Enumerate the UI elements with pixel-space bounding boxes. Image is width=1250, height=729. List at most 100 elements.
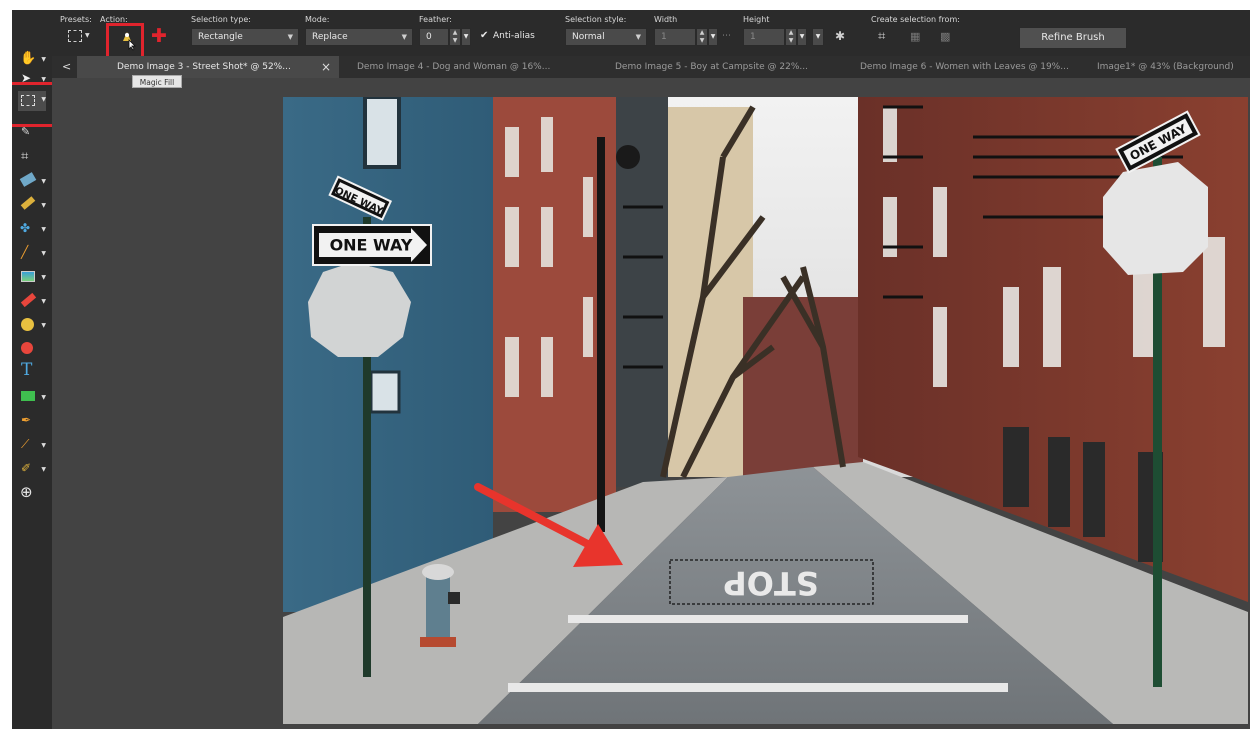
- text-icon: T: [21, 360, 33, 380]
- height-dropdown-icon[interactable]: ▼: [797, 28, 807, 46]
- tools-toolbar: ✋ ▼ ➤ ▼ ▼ ✎ ⌗ ▼ ▼ ✤ ▼ ╱ ▼ ▼ ▼ ▼ T ▼ ✒ ⟋ …: [12, 51, 55, 729]
- selection-from-vector-icon[interactable]: ▩: [940, 30, 950, 43]
- hand-icon: ✋: [20, 51, 37, 66]
- height-input[interactable]: 1: [743, 28, 785, 46]
- distant-red-building: [743, 297, 863, 477]
- tab-image1[interactable]: Image1* @ 43% (Background): [1097, 56, 1234, 78]
- feather-spinner[interactable]: ▲ ▼: [449, 28, 461, 46]
- paintshop-window: Presets: ▼ Action: ✚ Selection type: Rec…: [12, 10, 1250, 729]
- dropper-tool[interactable]: ✎: [18, 125, 46, 145]
- mode-value: Replace: [312, 32, 348, 42]
- width-label: Width: [654, 15, 678, 24]
- highlight-box-selection-tool: [12, 82, 55, 127]
- antialias-checkbox[interactable]: ✔: [480, 30, 488, 41]
- chevron-down-icon: ▼: [635, 33, 641, 41]
- magic-fill-icon[interactable]: [118, 29, 138, 51]
- chevron-down-icon: ▼: [41, 202, 46, 209]
- magic-fill-tooltip: Magic Fill: [132, 75, 182, 88]
- tab-label: Image1* @ 43% (Background): [1097, 62, 1234, 72]
- red-eye-icon: [21, 342, 33, 354]
- add-plus-icon: ✚: [151, 25, 167, 47]
- street-scene: STOP ONE WAY ONE WAY ONE WAY: [283, 97, 1248, 724]
- selection-type-dropdown[interactable]: Rectangle ▼: [191, 28, 299, 46]
- tab-scroll-left-button[interactable]: <: [62, 56, 71, 78]
- selection-star-icon[interactable]: ✱: [835, 29, 845, 43]
- create-selection-label: Create selection from:: [871, 15, 960, 24]
- crop-tool[interactable]: ⌗: [18, 149, 46, 169]
- mode-dropdown[interactable]: Replace ▼: [305, 28, 413, 46]
- selection-style-value: Normal: [572, 32, 605, 42]
- chevron-down-icon: ▼: [41, 442, 46, 449]
- height-spinner[interactable]: ▲ ▼: [785, 28, 797, 46]
- selection-style-dropdown[interactable]: Normal ▼: [565, 28, 647, 46]
- straighten-icon: [19, 172, 37, 187]
- straighten-tool[interactable]: ▼: [18, 172, 46, 193]
- chevron-down-icon: ▼: [41, 226, 46, 233]
- feather-input[interactable]: 0: [419, 28, 449, 46]
- link-icon[interactable]: ⋯: [722, 31, 731, 41]
- chevron-down-icon: ▼: [41, 274, 46, 281]
- feather-value: 0: [426, 32, 432, 42]
- road-line-lower: [508, 683, 1008, 692]
- red-eye-tool[interactable]: [18, 341, 46, 361]
- presets-label: Presets:: [60, 15, 92, 24]
- shape-tool[interactable]: ▼: [18, 389, 46, 409]
- refine-brush-button[interactable]: Refine Brush: [1019, 27, 1127, 49]
- selection-from-mask-icon[interactable]: ▦: [910, 30, 920, 43]
- chevron-down-icon: ▼: [41, 178, 46, 185]
- street-photo[interactable]: STOP ONE WAY ONE WAY ONE WAY: [283, 97, 1248, 724]
- pan-tool[interactable]: ✋ ▼: [18, 51, 46, 71]
- selection-style-label: Selection style:: [565, 15, 627, 24]
- tab-demo-image-6[interactable]: Demo Image 6 - Women with Leaves @ 19%..…: [860, 56, 1069, 78]
- mesh-warp-tool[interactable]: ✐ ▼: [18, 461, 46, 481]
- presets-dropdown-icon[interactable]: ▼: [85, 32, 90, 39]
- clone-brush-icon: ✤: [20, 221, 31, 235]
- refine-brush-label: Refine Brush: [1041, 32, 1105, 43]
- picture-icon: [21, 271, 35, 282]
- tab-demo-image-3[interactable]: Demo Image 3 - Street Shot* @ 52%... ×: [77, 56, 339, 78]
- crop-icon: ⌗: [21, 149, 29, 164]
- height-value: 1: [750, 32, 756, 42]
- width-dropdown-icon[interactable]: ▼: [708, 28, 718, 46]
- chevron-down-icon: ▼: [41, 250, 46, 257]
- chevron-down-icon: ▼: [41, 466, 46, 473]
- one-way-sign-big-text: ONE WAY: [330, 236, 413, 255]
- tab-demo-image-4[interactable]: Demo Image 4 - Dog and Woman @ 16%...: [357, 56, 550, 78]
- mode-label: Mode:: [305, 15, 330, 24]
- picture-tube-tool[interactable]: ▼: [18, 269, 46, 289]
- width-spinner[interactable]: ▲ ▼: [696, 28, 708, 46]
- width-value: 1: [661, 32, 667, 42]
- chevron-down-icon: ▼: [41, 322, 46, 329]
- tab-label: Demo Image 5 - Boy at Campsite @ 22%...: [615, 62, 808, 72]
- pen-tool[interactable]: ✒: [18, 413, 46, 433]
- tab-label: Demo Image 4 - Dog and Woman @ 16%...: [357, 62, 551, 72]
- width-input[interactable]: 1: [654, 28, 696, 46]
- eraser-icon: [20, 292, 37, 308]
- paint-brush-tool[interactable]: ╱ ▼: [18, 245, 46, 265]
- add-circle-icon: ⊕: [20, 483, 33, 501]
- tab-demo-image-5[interactable]: Demo Image 5 - Boy at Campsite @ 22%...: [615, 56, 808, 78]
- size-apply-icon[interactable]: ▼: [812, 28, 824, 46]
- feather-dropdown-icon[interactable]: ▼: [461, 28, 471, 46]
- mesh-warp-icon: ✐: [21, 461, 32, 475]
- eraser-tool[interactable]: ▼: [18, 292, 46, 313]
- blue-building: [283, 97, 493, 612]
- warp-brush-tool[interactable]: ⟋ ▼: [18, 437, 46, 457]
- document-tabs: < Demo Image 3 - Street Shot* @ 52%... ×…: [52, 56, 1250, 79]
- smudge-tool[interactable]: ▼: [18, 317, 46, 337]
- clone-tool[interactable]: ✤ ▼: [18, 221, 46, 241]
- add-tool-button[interactable]: ⊕: [18, 483, 46, 505]
- selection-type-value: Rectangle: [198, 32, 243, 42]
- bandage-icon: [20, 196, 36, 210]
- presets-selection-icon[interactable]: [68, 30, 82, 42]
- text-tool[interactable]: T: [18, 360, 46, 383]
- feather-label: Feather:: [419, 15, 452, 24]
- tab-label: Demo Image 6 - Women with Leaves @ 19%..…: [860, 62, 1069, 72]
- selection-from-layer-icon[interactable]: ⌗: [878, 29, 885, 44]
- makeover-tool[interactable]: ▼: [18, 196, 46, 217]
- rectangle-shape-icon: [21, 391, 35, 401]
- left-stop-sign-back: [308, 262, 411, 357]
- close-icon[interactable]: ×: [321, 56, 331, 78]
- warp-brush-icon: ⟋: [21, 437, 30, 451]
- pen-icon: ✒: [21, 413, 32, 427]
